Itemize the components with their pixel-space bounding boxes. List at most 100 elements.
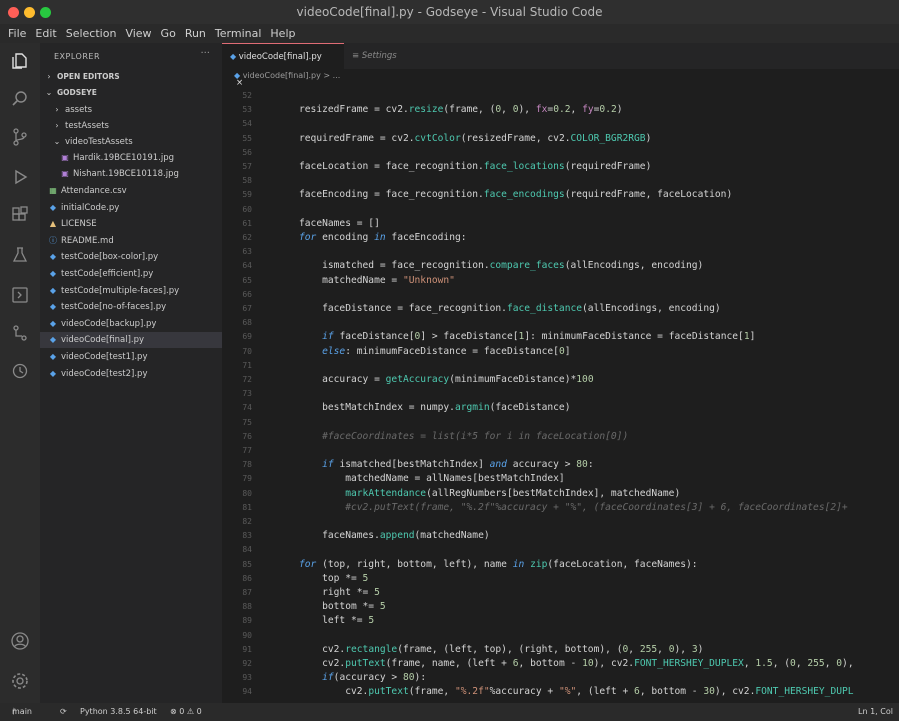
code-line[interactable]: 73 xyxy=(222,387,899,401)
tree-item-testcode-efficient[interactable]: ◆ testCode[efficient].py xyxy=(40,266,222,282)
code-line[interactable]: 62 for encoding in faceEncoding: xyxy=(222,231,899,245)
line-text: accuracy = getAccuracy(minimumFaceDistan… xyxy=(299,374,594,385)
code-line[interactable]: 81 #cv2.putText(frame, "%.2f"%accuracy +… xyxy=(222,501,899,515)
line-text: else: minimumFaceDistance = faceDistance… xyxy=(322,345,571,357)
code-line[interactable]: 68 xyxy=(222,316,899,330)
tree-item-license[interactable]: ▲ LICENSE xyxy=(40,216,222,232)
code-line[interactable]: 57 faceLocation = face_recognition.face_l… xyxy=(222,160,899,174)
tree-item-label: videoCode[backup].py xyxy=(61,319,157,329)
code-line[interactable]: 59 faceEncoding = face_recognition.face_e… xyxy=(222,188,899,202)
code-line[interactable]: 92 cv2.putText(frame, name, (left + 6, b… xyxy=(222,657,899,671)
tab-videocode-final[interactable]: ◆ videoCode[final].py × xyxy=(222,43,344,88)
tree-item-nishant-jpg[interactable]: ▣ Nishant.19BCE10118.jpg xyxy=(40,166,222,182)
code-line[interactable]: 60 xyxy=(222,203,899,217)
tree-item-readme[interactable]: ⓘ README.md xyxy=(40,233,222,249)
code-line[interactable]: 64 ismatched = face_recognition.compare_… xyxy=(222,259,899,273)
cursor-position[interactable]: Ln 1, Col xyxy=(858,703,893,721)
line-number: 62 xyxy=(242,233,252,242)
code-line[interactable]: 85 for (top, right, bottom, left), name i… xyxy=(222,558,899,572)
line-number: 61 xyxy=(242,218,252,228)
code-line[interactable]: 86 top *= 5 xyxy=(222,572,899,586)
menu-run[interactable]: Run xyxy=(185,27,206,40)
settings-gear-icon[interactable] xyxy=(10,671,30,691)
chevron-down-icon: ⌄ xyxy=(45,88,53,97)
tree-item-hardik-jpg[interactable]: ▣ Hardik.19BCE10191.jpg xyxy=(40,150,222,166)
code-line[interactable]: 87 right *= 5 xyxy=(222,586,899,600)
code-line[interactable]: 82 xyxy=(222,515,899,529)
run-debug-icon[interactable] xyxy=(10,167,30,187)
tree-item-initialcode-py[interactable]: ◆ initialCode.py xyxy=(40,200,222,216)
menu-help[interactable]: Help xyxy=(270,27,295,40)
line-text: if(accuracy > 80): xyxy=(322,672,427,684)
source-control-icon[interactable] xyxy=(10,127,30,147)
code-line[interactable]: 84 xyxy=(222,543,899,557)
code-line[interactable]: 91 cv2.rectangle(frame, (left, top), (ri… xyxy=(222,643,899,657)
code-line[interactable]: 53 resizedFrame = cv2.resize(frame, (0, 0… xyxy=(222,103,899,117)
code-editor[interactable]: 52 53 resizedFrame = cv2.resize(frame, (0,… xyxy=(222,89,899,703)
code-line[interactable]: 72 accuracy = getAccuracy(minimumFaceDis… xyxy=(222,373,899,387)
code-line[interactable]: 75 xyxy=(222,416,899,430)
code-line[interactable]: 83 faceNames.append(matchedName) xyxy=(222,529,899,543)
code-line[interactable]: 89 left *= 5 xyxy=(222,614,899,628)
code-line[interactable]: 88 bottom *= 5 xyxy=(222,600,899,614)
code-line[interactable]: 55 requiredFrame = cv2.cvtColor(resizedFr… xyxy=(222,132,899,146)
breadcrumb[interactable]: ◆ videoCode[final].py > ... xyxy=(234,71,340,80)
code-line[interactable]: 94 cv2.putText(frame, "%.2f"%accuracy + … xyxy=(222,685,899,699)
project-section[interactable]: ⌄ GODSEYE xyxy=(40,85,222,101)
code-line[interactable]: 67 faceDistance = face_recognition.face_… xyxy=(222,302,899,316)
line-number: 77 xyxy=(242,446,252,455)
code-line[interactable]: 70 else: minimumFaceDistance = faceDista… xyxy=(222,345,899,359)
code-line[interactable]: 58 xyxy=(222,174,899,188)
code-line[interactable]: 74 bestMatchIndex = numpy.argmin(faceDis… xyxy=(222,401,899,415)
tree-item-assets[interactable]: › assets xyxy=(40,102,222,118)
menu-selection[interactable]: Selection xyxy=(66,27,117,40)
tree-item-testcode-multiple-faces[interactable]: ◆ testCode[multiple-faces].py xyxy=(40,283,222,299)
extensions-icon[interactable] xyxy=(10,205,30,225)
code-line[interactable]: 63 xyxy=(222,245,899,259)
menu-terminal[interactable]: Terminal xyxy=(215,27,262,40)
open-editors-section[interactable]: › OPEN EDITORS xyxy=(40,69,222,85)
tree-item-videocode-test2[interactable]: ◆ videoCode[test2].py xyxy=(40,366,222,382)
code-line[interactable]: 77 xyxy=(222,444,899,458)
code-line[interactable]: 76 #faceCoordinates = list(i*5 for i in … xyxy=(222,430,899,444)
code-line[interactable]: 79 matchedName = allNames[bestMatchIndex… xyxy=(222,472,899,486)
code-line[interactable]: 65 matchedName = "Unknown" xyxy=(222,274,899,288)
tree-item-testcode-box-color[interactable]: ◆ testCode[box-color].py xyxy=(40,249,222,265)
more-actions-icon[interactable]: ··· xyxy=(200,48,210,59)
tree-item-attendance-csv[interactable]: ▦ Attendance.csv xyxy=(40,183,222,199)
menu-file[interactable]: File xyxy=(8,27,26,40)
timeline-history-icon[interactable] xyxy=(10,361,30,381)
problems-status[interactable]: ⊗ 0 ⚠ 0 xyxy=(170,703,202,721)
code-line[interactable]: 90 xyxy=(222,629,899,643)
tree-item-videocode-test1[interactable]: ◆ videoCode[test1].py xyxy=(40,349,222,365)
code-line[interactable]: 56 xyxy=(222,146,899,160)
code-line[interactable]: 54 xyxy=(222,117,899,131)
code-line[interactable]: 69 if faceDistance[0] > faceDistance[1]:… xyxy=(222,330,899,344)
explorer-icon[interactable] xyxy=(10,51,30,71)
tree-item-label: testCode[box-color].py xyxy=(61,252,159,262)
menu-edit[interactable]: Edit xyxy=(35,27,56,40)
tab-settings[interactable]: ≡ Settings xyxy=(344,43,450,69)
code-line[interactable]: 52 xyxy=(222,89,899,103)
tree-item-testassets[interactable]: › testAssets xyxy=(40,118,222,134)
remote-explorer-icon[interactable] xyxy=(10,285,30,305)
testing-flask-icon[interactable] xyxy=(10,245,30,265)
menu-view[interactable]: View xyxy=(125,27,151,40)
tree-item-videocode-final[interactable]: ◆ videoCode[final].py xyxy=(40,332,222,348)
code-line[interactable]: 71 xyxy=(222,359,899,373)
account-icon[interactable] xyxy=(10,631,30,651)
code-line[interactable]: 61 faceNames = [] xyxy=(222,217,899,231)
code-line[interactable]: 66 xyxy=(222,288,899,302)
code-line[interactable]: 80 markAttendance(allRegNumbers[bestMatc… xyxy=(222,487,899,501)
git-graph-icon[interactable] xyxy=(10,323,30,343)
code-line[interactable]: 93 if(accuracy > 80): xyxy=(222,671,899,685)
sync-icon[interactable]: ⟳ xyxy=(60,703,67,721)
tab-label: videoCode[final].py xyxy=(238,52,322,62)
search-icon[interactable] xyxy=(10,89,30,109)
tree-item-videocode-backup[interactable]: ◆ videoCode[backup].py xyxy=(40,316,222,332)
tree-item-testcode-no-of-faces[interactable]: ◆ testCode[no-of-faces].py xyxy=(40,299,222,315)
tree-item-videotestassets[interactable]: ⌄ videoTestAssets xyxy=(40,134,222,150)
menu-go[interactable]: Go xyxy=(161,27,176,40)
python-interpreter[interactable]: Python 3.8.5 64-bit xyxy=(80,703,157,721)
code-line[interactable]: 78 if ismatched[bestMatchIndex] and accu… xyxy=(222,458,899,472)
